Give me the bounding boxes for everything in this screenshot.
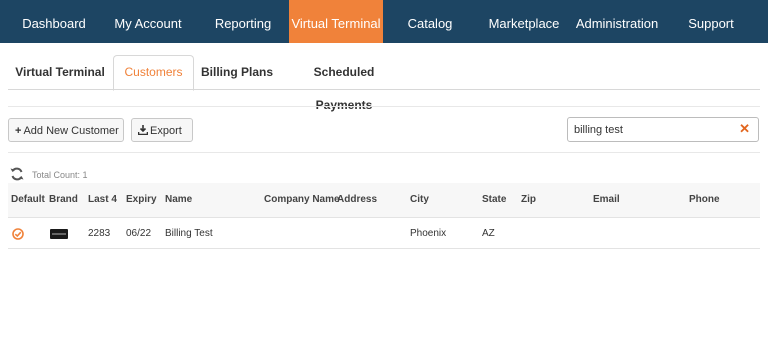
customer-search[interactable]: ✕	[567, 117, 759, 142]
add-new-customer-label: Add New Customer	[23, 125, 119, 137]
nav-administration[interactable]: Administration	[570, 0, 664, 43]
card-icon	[50, 229, 68, 239]
tab-divider	[8, 89, 760, 90]
nav-dashboard[interactable]: Dashboard	[12, 0, 96, 43]
add-new-customer-button[interactable]: + Add New Customer	[8, 118, 124, 142]
nav-virtual-terminal[interactable]: Virtual Terminal	[289, 0, 383, 43]
column-header-expiry[interactable]: Expiry	[126, 183, 157, 217]
column-header-state[interactable]: State	[482, 183, 506, 217]
nav-my-account[interactable]: My Account	[108, 0, 188, 43]
download-icon	[137, 119, 149, 143]
cell-name: Billing Test	[165, 228, 213, 239]
table-empty-area	[8, 249, 760, 346]
tab-customers[interactable]: Customers	[113, 55, 194, 91]
toolbar-divider-top	[8, 106, 760, 107]
top-navigation: Dashboard My Account Reporting Virtual T…	[0, 0, 768, 43]
tab-virtual-terminal[interactable]: Virtual Terminal	[12, 56, 108, 89]
default-check-icon[interactable]	[12, 228, 24, 240]
export-button[interactable]: Export	[131, 118, 193, 142]
column-header-brand[interactable]: Brand	[49, 183, 78, 217]
search-input[interactable]	[574, 121, 734, 138]
nav-support[interactable]: Support	[680, 0, 742, 43]
nav-catalog[interactable]: Catalog	[398, 0, 462, 43]
plus-icon: +	[15, 125, 22, 137]
column-header-address[interactable]: Address	[337, 183, 377, 217]
refresh-icon[interactable]	[10, 167, 24, 181]
sub-tabs: Virtual Terminal Customers Billing Plans…	[0, 55, 768, 112]
column-header-zip[interactable]: Zip	[521, 183, 536, 217]
column-header-last4[interactable]: Last 4	[88, 183, 117, 217]
cell-state: AZ	[482, 228, 495, 239]
close-icon[interactable]: ✕	[739, 121, 750, 137]
table-row[interactable]: 2283 06/22 Billing Test Phoenix AZ	[8, 218, 760, 249]
nav-reporting[interactable]: Reporting	[206, 0, 280, 43]
tab-scheduled-payments[interactable]: Scheduled Payments	[286, 56, 402, 112]
column-header-email[interactable]: Email	[593, 183, 620, 217]
column-header-phone[interactable]: Phone	[689, 183, 720, 217]
cell-last4: 2283	[88, 228, 111, 239]
table-header: Default Brand Last 4 Expiry Name Company…	[8, 183, 760, 218]
nav-marketplace[interactable]: Marketplace	[484, 0, 564, 43]
column-header-company[interactable]: Company Name	[264, 183, 340, 217]
column-header-default[interactable]: Default	[11, 183, 45, 217]
export-label: Export	[150, 125, 182, 137]
toolbar-divider-bottom	[8, 152, 760, 153]
cell-city: Phoenix	[410, 228, 447, 239]
column-header-city[interactable]: City	[410, 183, 429, 217]
total-count: Total Count: 1	[32, 170, 88, 180]
tab-billing-plans[interactable]: Billing Plans	[199, 56, 275, 89]
column-header-name[interactable]: Name	[165, 183, 192, 217]
cell-expiry: 06/22	[126, 228, 152, 239]
